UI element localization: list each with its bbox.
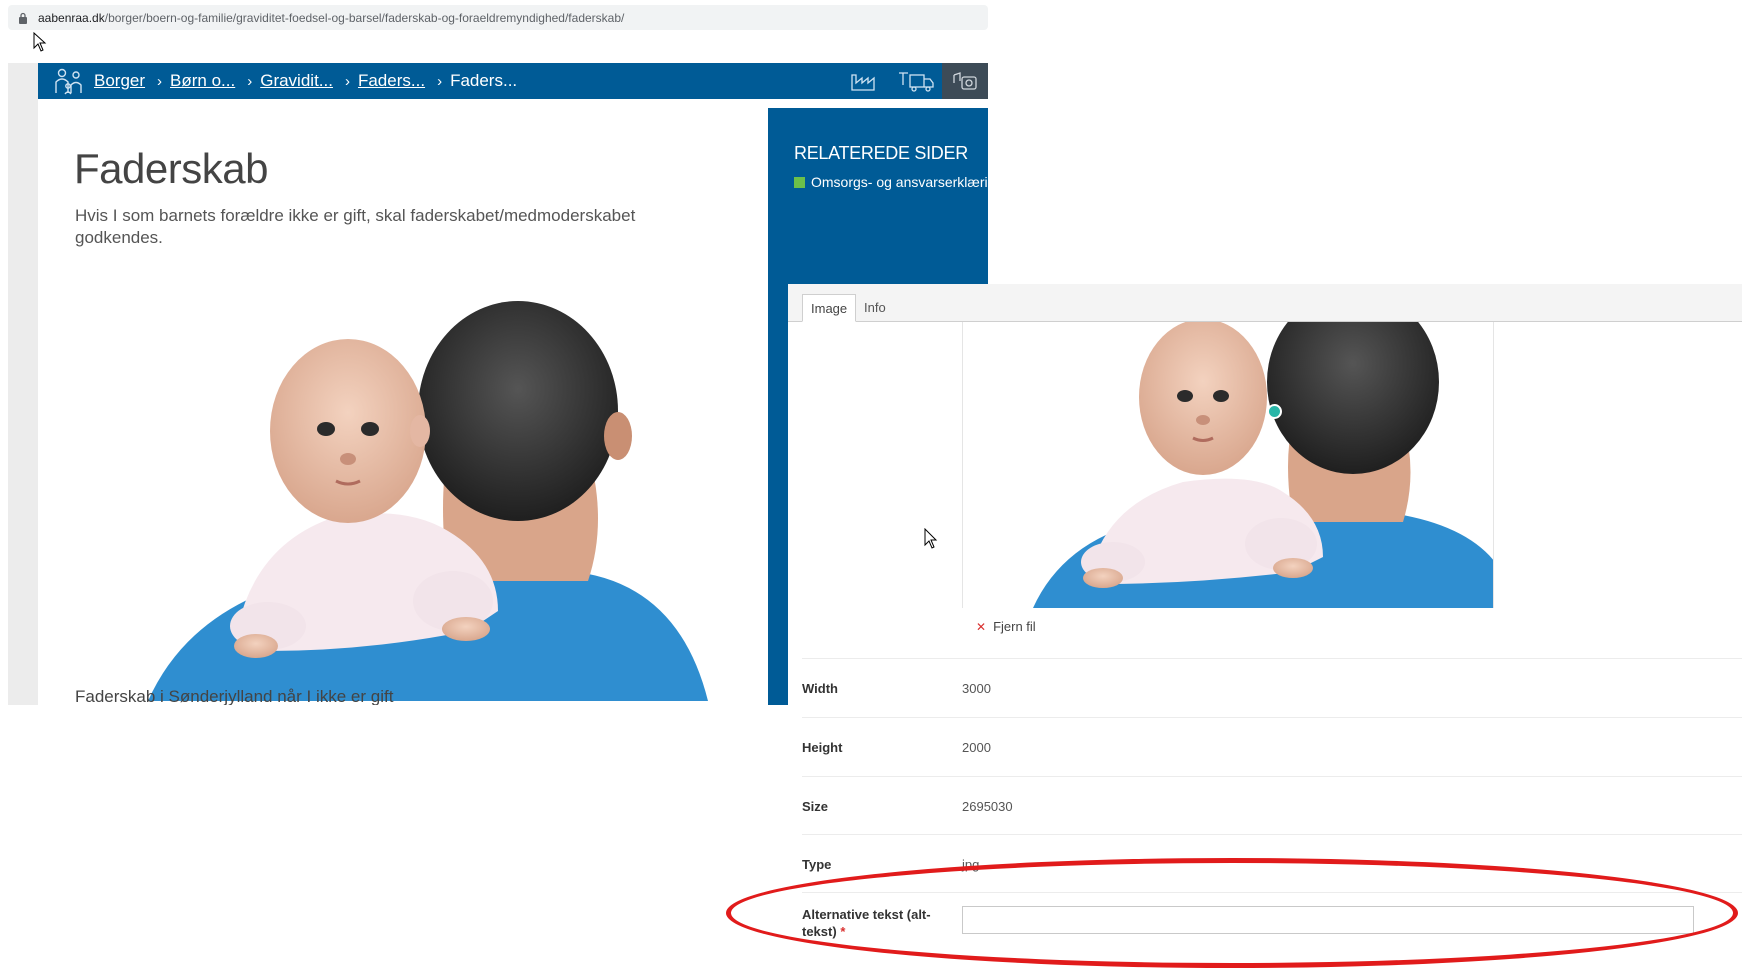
field-label: Width [802, 681, 838, 696]
page-lead: Hvis I som barnets forældre ikke er gift… [75, 206, 636, 247]
close-icon: ✕ [976, 619, 987, 634]
field-value: 2695030 [962, 799, 1013, 814]
image-preview[interactable] [962, 322, 1494, 608]
field-row-type: Type jpg [802, 834, 1742, 892]
chevron-right-icon: › [157, 72, 163, 90]
mouse-cursor-icon [924, 528, 938, 549]
page-subheading: Faderskab i Sønderjylland når I ikke er … [75, 687, 394, 705]
breadcrumb-item-faderskab-parent[interactable]: › Faders... [341, 71, 425, 91]
field-row-height: Height 2000 [802, 717, 1742, 775]
family-home-icon[interactable] [52, 66, 86, 96]
field-value: jpg [962, 857, 980, 872]
mouse-cursor-icon [33, 32, 47, 52]
related-link-omsorgserklaering[interactable]: Omsorgs- og ansvarserklæri [794, 174, 988, 190]
chevron-right-icon: › [247, 72, 253, 90]
required-marker: * [840, 924, 846, 939]
field-value: 3000 [962, 681, 991, 696]
field-label: Size [802, 799, 829, 814]
related-pages-title: RELATEREDE SIDER [794, 143, 968, 163]
chevron-right-icon: › [344, 72, 350, 90]
alt-text-input[interactable] [962, 906, 1694, 934]
cms-tab-bar: Image Info [788, 284, 1742, 322]
lock-icon [19, 12, 27, 24]
url-path: /borger/boern-og-familie/graviditet-foed… [104, 10, 625, 25]
breadcrumb-item-boern[interactable]: › Børn o... [153, 71, 235, 91]
nav-tool-business[interactable] [890, 63, 942, 99]
hero-image [148, 301, 708, 701]
breadcrumb-item-borger[interactable]: Borger [94, 71, 145, 91]
nav-tools [838, 63, 988, 99]
field-label: Height [802, 740, 843, 755]
left-gutter [8, 63, 38, 705]
focal-point-handle[interactable] [1267, 404, 1282, 419]
factory-icon [851, 74, 875, 91]
field-row-alt-divider [802, 892, 1742, 893]
truck-tools-icon [899, 72, 934, 92]
field-row-width: Width 3000 [802, 658, 1742, 716]
field-row-size: Size 2695030 [802, 776, 1742, 834]
page-title: Faderskab [74, 145, 268, 192]
breadcrumb-item-graviditet[interactable]: › Gravidit... [243, 71, 333, 91]
url-domain: aabenraa.dk [38, 10, 105, 25]
breadcrumb-item-current: › Faders... [437, 71, 518, 90]
chevron-right-icon: › [437, 72, 443, 90]
preview-image [963, 322, 1493, 608]
culture-icon [953, 72, 977, 90]
tab-info[interactable]: Info [856, 294, 894, 322]
nav-tool-factory[interactable] [838, 63, 890, 99]
field-label: Type [802, 857, 832, 872]
external-link-icon [794, 176, 805, 188]
field-value: 2000 [962, 740, 991, 755]
tab-image[interactable]: Image [802, 294, 857, 322]
breadcrumb-bar: Borger › Børn o... › Gravidit... › Faders..… [38, 63, 988, 99]
remove-file-button[interactable]: ✕ Fjern fil [976, 619, 1036, 634]
cms-image-panel: Image Info ✕ Fjern fil Width 3000 Height… [788, 284, 1742, 969]
nav-tool-culture[interactable] [942, 63, 988, 99]
address-bar[interactable]: aabenraa.dk/borger/boern-og-familie/grav… [8, 5, 988, 30]
alt-text-label: Alternative tekst (alt-tekst) * [802, 907, 931, 939]
